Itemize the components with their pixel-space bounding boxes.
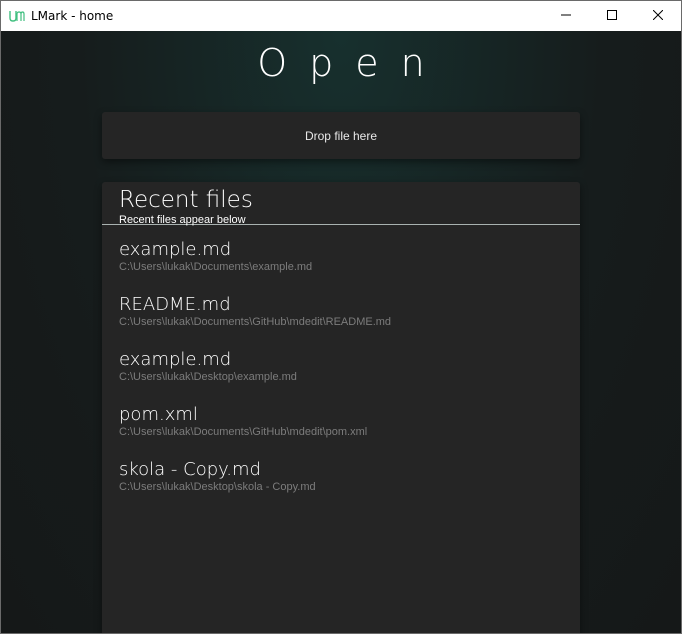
file-name: skola - Copy.md: [119, 459, 261, 480]
window-title: LMark - home: [31, 9, 114, 23]
close-icon: [652, 7, 664, 25]
drop-file-zone[interactable]: Drop file here: [102, 112, 580, 159]
file-path: C:\Users\lukak\Documents\GitHub\mdedit\p…: [119, 426, 368, 438]
recent-files-panel: Recent files Recent files appear below e…: [102, 182, 580, 633]
minimize-icon: [561, 7, 571, 25]
recent-file-item[interactable]: example.md C:\Users\lukak\Documents\exam…: [102, 239, 580, 294]
close-button[interactable]: [635, 1, 681, 31]
window-controls: [543, 1, 681, 31]
minimize-button[interactable]: [543, 1, 589, 31]
recent-files-header: Recent files Recent files appear below: [102, 182, 580, 226]
lmark-app-icon: [9, 9, 25, 23]
file-path: C:\Users\lukak\Desktop\example.md: [119, 371, 297, 383]
maximize-button[interactable]: [589, 1, 635, 31]
page-title: Open: [257, 41, 447, 85]
recent-file-item[interactable]: pom.xml C:\Users\lukak\Documents\GitHub\…: [102, 404, 580, 459]
recent-file-item[interactable]: skola - Copy.md C:\Users\lukak\Desktop\s…: [102, 459, 580, 514]
file-path: C:\Users\lukak\Documents\GitHub\mdedit\R…: [119, 316, 392, 328]
app-window: LMark - home Open Drop file here Recent …: [0, 0, 682, 634]
dropzone-label: Drop file here: [304, 128, 378, 143]
maximize-icon: [607, 7, 617, 25]
file-name: pom.xml: [119, 404, 198, 425]
file-name: README.md: [119, 294, 231, 315]
file-name: example.md: [119, 239, 232, 260]
file-path: C:\Users\lukak\Documents\example.md: [119, 261, 313, 273]
file-name: example.md: [119, 349, 232, 370]
title-bar[interactable]: LMark - home: [1, 1, 681, 31]
recent-files-list: example.md C:\Users\lukak\Documents\exam…: [102, 225, 580, 514]
recent-file-item[interactable]: example.md C:\Users\lukak\Desktop\exampl…: [102, 349, 580, 404]
recent-files-title: Recent files: [119, 187, 253, 213]
file-path: C:\Users\lukak\Desktop\skola - Copy.md: [119, 481, 316, 493]
recent-file-item[interactable]: README.md C:\Users\lukak\Documents\GitHu…: [102, 294, 580, 349]
main-content: Open Drop file here Recent files Recent …: [1, 31, 681, 633]
